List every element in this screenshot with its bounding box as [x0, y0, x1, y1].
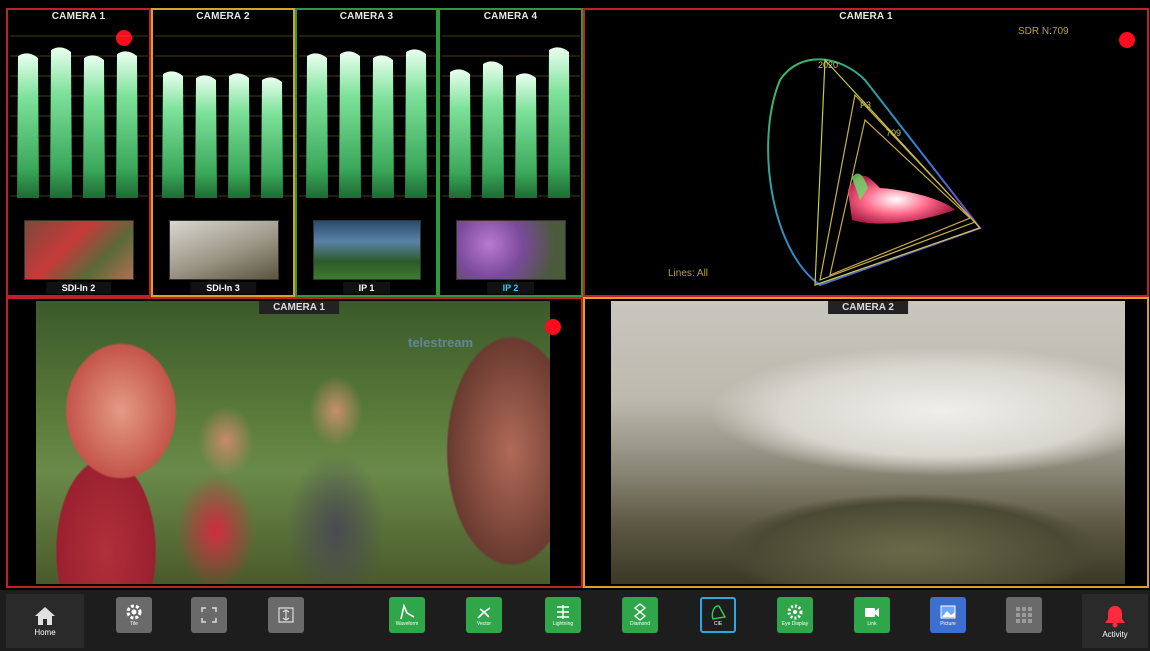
toolbar-button-label: Diamond: [629, 621, 650, 627]
lightning-icon: [557, 605, 569, 619]
waveform-tile-camera2[interactable]: CAMERA 2 SDI-In 3: [151, 8, 295, 297]
waveform-trace: [299, 35, 436, 198]
toolbar-button-label: Vector: [476, 621, 492, 627]
view-title: CAMERA 1: [259, 301, 339, 314]
picture-camera2: [611, 301, 1125, 584]
cie-icon: [711, 605, 727, 620]
waveform-band: [195, 75, 217, 198]
toolbar-button-expand[interactable]: [191, 597, 227, 633]
waveform-trace: [442, 35, 580, 198]
picture-icon: [940, 605, 956, 619]
waveform-band: [548, 47, 570, 198]
waveform-band: [116, 51, 138, 198]
toolbar-button-lightning[interactable]: Lightning: [545, 597, 581, 633]
waveform-band: [405, 49, 427, 198]
gamut-mode-label: SDR N:709: [1018, 26, 1069, 37]
record-indicator: [1119, 32, 1135, 48]
gear-icon: [126, 604, 142, 620]
waveform-trace: [10, 35, 148, 198]
vector-icon: [477, 607, 491, 619]
waveform-tile-camera1[interactable]: CAMERA 1 SDI-In 2: [6, 8, 151, 297]
source-thumbnail: [313, 220, 421, 280]
activity-label: Activity: [1102, 629, 1128, 639]
home-icon: [35, 606, 55, 625]
home-button[interactable]: Home: [6, 594, 84, 648]
source-thumbnail: [169, 220, 279, 280]
cie-gamut-panel[interactable]: CAMERA 1 SDR N:709 2020 P3 709 Lines: Al…: [583, 8, 1149, 297]
toolbar-button-picture[interactable]: Picture: [930, 597, 966, 633]
tile-title: CAMERA 1: [51, 11, 106, 22]
waveform-band: [162, 71, 184, 198]
waveform-band: [449, 69, 471, 198]
fit-icon: [278, 607, 294, 623]
waveform-band: [50, 47, 72, 198]
lines-label: Lines: All: [668, 268, 709, 279]
watermark-logo: telestream: [408, 335, 474, 350]
toolbar-button-eye-display[interactable]: Eye Display: [777, 597, 813, 633]
waveform-band: [228, 73, 250, 198]
toolbar-button-grid[interactable]: [1006, 597, 1042, 633]
waveform-band: [515, 73, 537, 198]
tile-title: CAMERA 2: [196, 11, 250, 22]
waveform-band: [372, 55, 394, 198]
bell-icon: [1105, 605, 1125, 627]
panel-title: CAMERA 1: [839, 11, 893, 22]
toolbar-button-tile[interactable]: Tile: [116, 597, 152, 633]
source-label: IP 1: [342, 282, 391, 294]
waveform-tile-camera3[interactable]: CAMERA 3 IP 1: [295, 8, 438, 297]
waveform-band: [83, 55, 105, 198]
toolbar-button-link[interactable]: Link: [854, 597, 890, 633]
toolbar-button-label: Picture: [940, 621, 956, 627]
source-thumbnail: [456, 220, 566, 280]
tile-title: CAMERA 4: [483, 11, 538, 22]
home-label: Home: [34, 627, 56, 637]
toolbar-button-vector[interactable]: Vector: [466, 597, 502, 633]
source-thumbnail: [24, 220, 134, 280]
tile-title: CAMERA 3: [339, 11, 394, 22]
cie-diagram: 2020 P3 709: [767, 58, 982, 287]
gamut-label-2020: 2020: [818, 60, 838, 70]
grid-icon: [1016, 607, 1032, 623]
expand-icon: [201, 607, 217, 623]
toolbar-button-label: Eye Display: [781, 621, 809, 627]
record-indicator: [545, 319, 561, 335]
waveform-trace: [155, 35, 293, 198]
waveform-icon: [400, 603, 415, 620]
toolbar-button-label: Tile: [130, 621, 138, 627]
waveform-band: [482, 61, 504, 198]
gamut-label-p3: P3: [860, 100, 871, 110]
waveform-band: [17, 53, 39, 198]
bottom-toolbar: Home Tile Waveform Vector Lightning Diamond C…: [0, 590, 1150, 651]
toolbar-button-diamond[interactable]: Diamond: [622, 597, 658, 633]
toolbar-button-label: CIE: [713, 621, 723, 627]
waveform-tile-camera4[interactable]: CAMERA 4 IP 2: [438, 8, 583, 297]
diamond-icon: [633, 603, 647, 621]
source-label: IP 2: [486, 282, 535, 294]
toolbar-button-cie[interactable]: CIE: [700, 597, 736, 633]
waveform-band: [339, 51, 361, 198]
waveform-band: [261, 77, 283, 198]
source-label: SDI-In 2: [45, 282, 112, 294]
eye-icon: [787, 604, 803, 620]
picture-view-camera2[interactable]: CAMERA 2: [583, 297, 1149, 588]
source-label: SDI-In 3: [190, 282, 256, 294]
toolbar-button-label: Waveform: [395, 621, 419, 627]
toolbar-button-fit[interactable]: [268, 597, 304, 633]
view-title: CAMERA 2: [828, 301, 908, 314]
gamut-label-709: 709: [886, 128, 901, 138]
toolbar-button-label: Lightning: [552, 621, 574, 627]
activity-button[interactable]: Activity: [1082, 594, 1148, 648]
toolbar-button-waveform[interactable]: Waveform: [389, 597, 425, 633]
camera-icon: [865, 608, 879, 617]
toolbar-button-label: Link: [867, 621, 877, 627]
picture-view-camera1[interactable]: CAMERA 1 telestream: [6, 297, 583, 588]
waveform-band: [306, 53, 328, 198]
